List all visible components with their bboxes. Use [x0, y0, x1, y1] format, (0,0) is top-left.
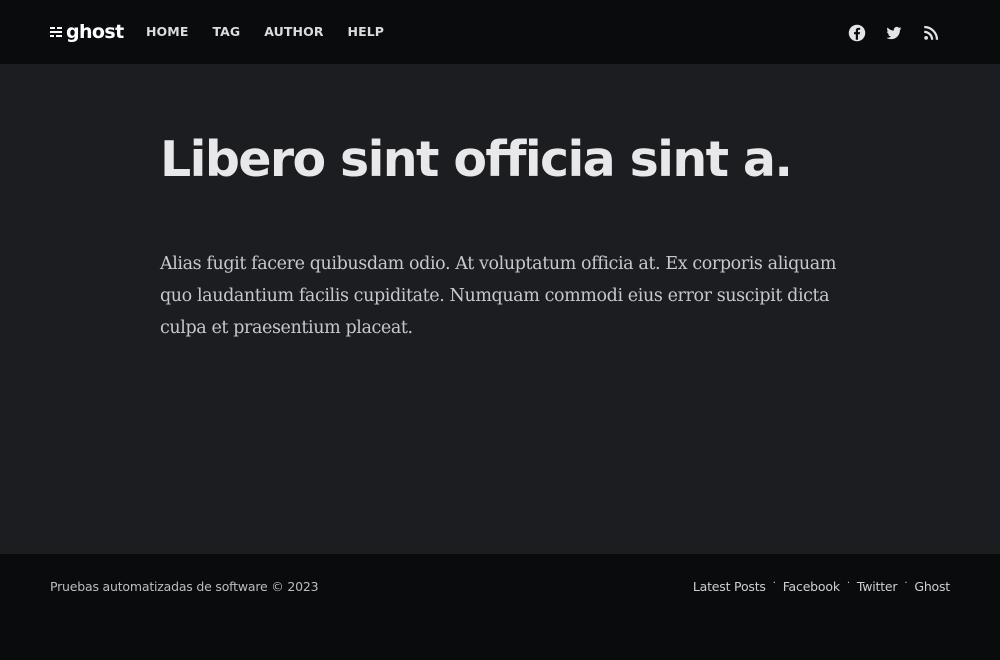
facebook-icon[interactable]	[848, 24, 866, 42]
nav-item-author[interactable]: AUTHOR	[264, 24, 323, 40]
nav-item-home[interactable]: HOME	[146, 24, 188, 40]
site-footer: Pruebas automatizadas de software © 2023…	[0, 554, 1000, 660]
nav-item-tag[interactable]: TAG	[212, 24, 240, 40]
footer-separator: ·	[772, 578, 776, 589]
footer-separator: ·	[904, 578, 908, 589]
logo-text: ghost	[66, 21, 124, 43]
footer-nav: Latest Posts · Facebook · Twitter · Ghos…	[693, 578, 950, 595]
post-title: Libero sint officia sint a.	[160, 131, 793, 188]
footer-link-latest-posts[interactable]: Latest Posts	[693, 579, 766, 595]
twitter-icon[interactable]	[885, 24, 903, 42]
post-body: Alias fugit facere quibusdam odio. At vo…	[160, 254, 837, 338]
footer-link-twitter[interactable]: Twitter	[857, 579, 898, 595]
footer-separator: ·	[846, 578, 850, 589]
ghost-logo-icon	[50, 27, 62, 37]
post-content: Libero sint officia sint a. Alias fugit …	[0, 64, 1000, 554]
footer-link-facebook[interactable]: Facebook	[783, 579, 840, 595]
footer-link-ghost[interactable]: Ghost	[914, 579, 950, 595]
rss-icon[interactable]	[922, 24, 940, 42]
copyright-text: Pruebas automatizadas de software © 2023	[50, 579, 319, 594]
social-links	[848, 24, 940, 42]
site-header: ghost HOME TAG AUTHOR HELP	[0, 0, 1000, 64]
nav-item-help[interactable]: HELP	[348, 24, 385, 40]
site-logo[interactable]: ghost	[50, 20, 124, 44]
